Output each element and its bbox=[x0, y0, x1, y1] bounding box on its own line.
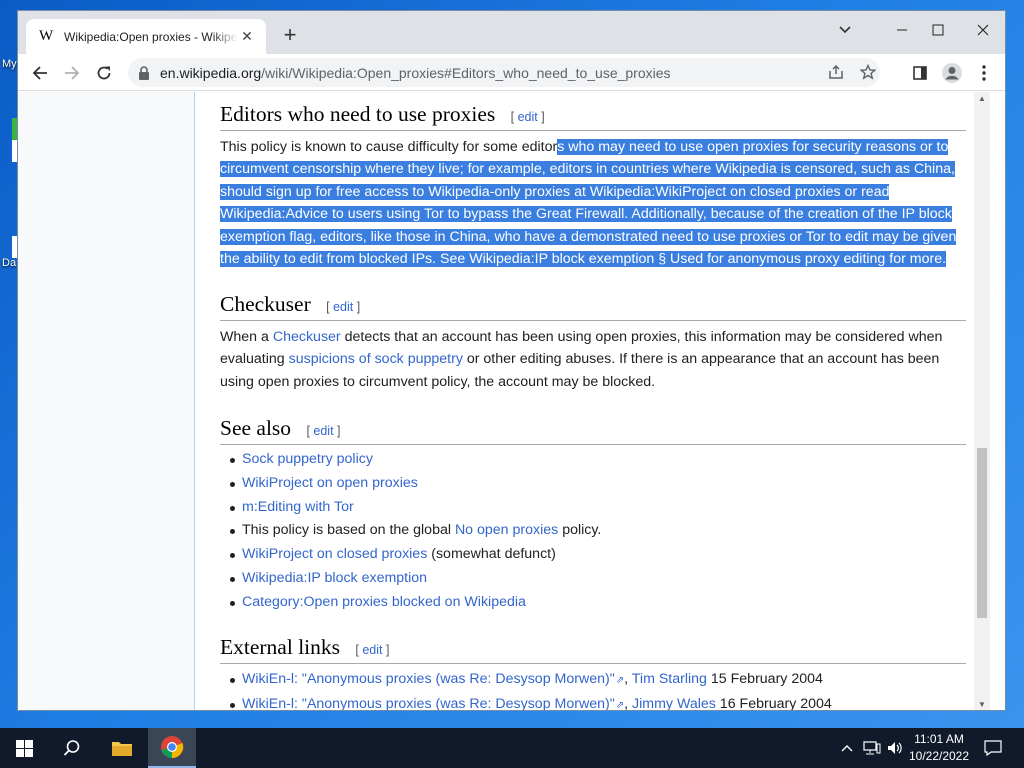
back-arrow-icon[interactable] bbox=[28, 61, 52, 85]
list-item: Wikipedia:IP block exemption bbox=[228, 567, 968, 591]
section-heading-external-links: External links [ edit ] bbox=[220, 635, 966, 664]
list-item: Sock puppetry policy bbox=[228, 448, 968, 472]
list-item: m:Editing with Tor bbox=[228, 496, 968, 520]
url-path: /wiki/Wikipedia:Open_proxies#Editors_who… bbox=[261, 64, 671, 81]
url-host: en.wikipedia.org bbox=[160, 64, 262, 81]
list-text: , bbox=[624, 671, 632, 687]
list-text: This policy is based on the global bbox=[242, 522, 455, 539]
checkuser-link[interactable]: Checkuser bbox=[273, 329, 341, 345]
paragraph-text: When a bbox=[220, 329, 273, 345]
volume-icon[interactable] bbox=[884, 728, 906, 768]
kebab-menu-icon[interactable] bbox=[972, 61, 996, 85]
external-link-icon: ⇗ bbox=[615, 699, 625, 711]
category-open-proxies-link[interactable]: Category:Open proxies blocked on Wikiped… bbox=[242, 594, 526, 610]
list-item: This policy is based on the global No op… bbox=[228, 519, 968, 543]
section-heading-see-also: See also [ edit ] bbox=[220, 416, 966, 445]
scrollbar-thumb[interactable] bbox=[977, 448, 987, 618]
paragraph-text: This policy is known to cause difficulty… bbox=[220, 139, 558, 155]
edit-link-text[interactable]: edit bbox=[362, 643, 382, 657]
wiki-sidebar bbox=[18, 92, 195, 710]
file-explorer-icon[interactable] bbox=[98, 728, 146, 768]
minimize-icon[interactable] bbox=[891, 19, 913, 41]
section-heading-editors: Editors who need to use proxies [ edit ] bbox=[220, 102, 966, 131]
editing-with-tor-link[interactable]: m:Editing with Tor bbox=[242, 499, 354, 515]
author-link[interactable]: Tim Starling bbox=[632, 671, 707, 687]
sock-puppetry-policy-link[interactable]: Sock puppetry policy bbox=[242, 451, 373, 467]
edit-link-text[interactable]: edit bbox=[518, 110, 538, 124]
list-item: WikiEn-l: "Anonymous proxies (was Re: De… bbox=[228, 668, 968, 693]
heading-text: See also bbox=[220, 416, 292, 440]
heading-text: Editors who need to use proxies bbox=[220, 102, 496, 126]
list-item: Category:Open proxies blocked on Wikiped… bbox=[228, 591, 968, 615]
profile-icon[interactable] bbox=[940, 61, 964, 85]
external-link-icon: ⇗ bbox=[615, 675, 625, 686]
maximize-icon[interactable] bbox=[927, 19, 949, 41]
tab-wikipedia-open-proxies[interactable]: W Wikipedia:Open proxies - Wikipedia ✕ bbox=[26, 19, 266, 54]
selected-text[interactable]: s who may need to use open proxies for s… bbox=[220, 139, 957, 268]
list-text: , bbox=[624, 695, 633, 711]
notification-icon[interactable] bbox=[978, 728, 1008, 768]
checkuser-paragraph: When a Checkuser detects that an account… bbox=[220, 326, 966, 393]
list-text: 16 February 2004 bbox=[715, 695, 832, 711]
clock-time: 11:01 AM bbox=[914, 732, 964, 746]
ip-block-exemption-link[interactable]: Wikipedia:IP block exemption bbox=[242, 570, 427, 586]
search-icon[interactable] bbox=[48, 728, 96, 768]
sock-puppetry-link[interactable]: suspicions of sock puppetry bbox=[289, 351, 463, 367]
desktop-icon-label[interactable]: Da bbox=[2, 257, 16, 269]
chrome-icon[interactable] bbox=[148, 728, 196, 768]
lock-icon[interactable] bbox=[138, 65, 150, 80]
tab-strip: W Wikipedia:Open proxies - Wikipedia ✕ + bbox=[18, 11, 1005, 54]
tab-search-icon[interactable] bbox=[834, 19, 856, 41]
taskbar: 11:01 AM 10/22/2022 bbox=[0, 728, 1024, 768]
wikipedia-favicon-icon: W bbox=[39, 28, 54, 44]
section-edit-link[interactable]: [ edit ] bbox=[355, 643, 389, 657]
see-also-list: Sock puppetry policy WikiProject on open… bbox=[228, 448, 968, 615]
start-icon[interactable] bbox=[0, 728, 48, 768]
external-mailing-list-link[interactable]: WikiEn-l: "Anonymous proxies (was Re: De… bbox=[242, 671, 615, 687]
reload-icon[interactable] bbox=[92, 61, 116, 85]
vertical-scrollbar[interactable]: ▲ ▼ bbox=[974, 92, 990, 710]
section-edit-link[interactable]: [ edit ] bbox=[511, 110, 545, 124]
browser-toolbar: en.wikipedia.org/wiki/Wikipedia:Open_pro… bbox=[18, 54, 1005, 91]
share-icon[interactable] bbox=[825, 61, 847, 83]
external-links-list: WikiEn-l: "Anonymous proxies (was Re: De… bbox=[228, 668, 968, 711]
section-edit-link[interactable]: [ edit ] bbox=[306, 424, 340, 438]
tray-chevron-icon[interactable] bbox=[836, 728, 858, 768]
list-item: WikiEn-l: "Anonymous proxies (was Re: De… bbox=[228, 693, 968, 711]
list-item: WikiProject on closed proxies (somewhat … bbox=[228, 543, 968, 567]
no-open-proxies-link[interactable]: No open proxies bbox=[455, 522, 558, 538]
browser-window: W Wikipedia:Open proxies - Wikipedia ✕ + bbox=[17, 10, 1006, 711]
star-icon[interactable] bbox=[857, 61, 879, 83]
scroll-up-arrow-icon[interactable]: ▲ bbox=[974, 92, 990, 106]
section-edit-link[interactable]: [ edit ] bbox=[326, 300, 360, 314]
list-text: (somewhat defunct) bbox=[427, 546, 556, 563]
edit-link-text[interactable]: edit bbox=[313, 424, 333, 438]
new-tab-button[interactable]: + bbox=[278, 23, 302, 47]
clock-date: 10/22/2022 bbox=[908, 749, 970, 763]
url-text[interactable]: en.wikipedia.org/wiki/Wikipedia:Open_pro… bbox=[160, 65, 671, 81]
network-icon[interactable] bbox=[860, 728, 884, 768]
heading-text: External links bbox=[220, 635, 341, 659]
close-window-icon[interactable] bbox=[972, 19, 994, 41]
edit-link-text[interactable]: edit bbox=[333, 300, 353, 314]
section-heading-checkuser: Checkuser [ edit ] bbox=[220, 292, 966, 321]
desktop-icon-label[interactable]: My bbox=[2, 58, 17, 70]
list-item: WikiProject on open proxies bbox=[228, 472, 968, 496]
list-text: policy. bbox=[558, 522, 602, 539]
heading-text: Checkuser bbox=[220, 292, 311, 316]
scroll-down-arrow-icon[interactable]: ▼ bbox=[974, 698, 990, 710]
page-viewport[interactable]: Editors who need to use proxies [ edit ]… bbox=[18, 92, 990, 711]
side-panel-icon[interactable] bbox=[908, 61, 932, 85]
tab-title: Wikipedia:Open proxies - Wikipedia bbox=[64, 29, 238, 44]
forward-arrow-icon[interactable] bbox=[60, 61, 84, 85]
clock[interactable]: 11:01 AM 10/22/2022 bbox=[906, 731, 972, 765]
author-link[interactable]: Jimmy Wales bbox=[632, 696, 716, 710]
external-mailing-list-link[interactable]: WikiEn-l: "Anonymous proxies (was Re: De… bbox=[242, 696, 615, 710]
editors-paragraph: This policy is known to cause difficulty… bbox=[220, 136, 966, 270]
wikiproject-open-proxies-link[interactable]: WikiProject on open proxies bbox=[242, 475, 418, 491]
wikiproject-closed-proxies-link[interactable]: WikiProject on closed proxies bbox=[242, 546, 427, 562]
address-bar[interactable]: en.wikipedia.org/wiki/Wikipedia:Open_pro… bbox=[128, 58, 880, 87]
tab-close-icon[interactable]: ✕ bbox=[238, 28, 256, 45]
list-text: 15 February 2004 bbox=[706, 671, 823, 687]
